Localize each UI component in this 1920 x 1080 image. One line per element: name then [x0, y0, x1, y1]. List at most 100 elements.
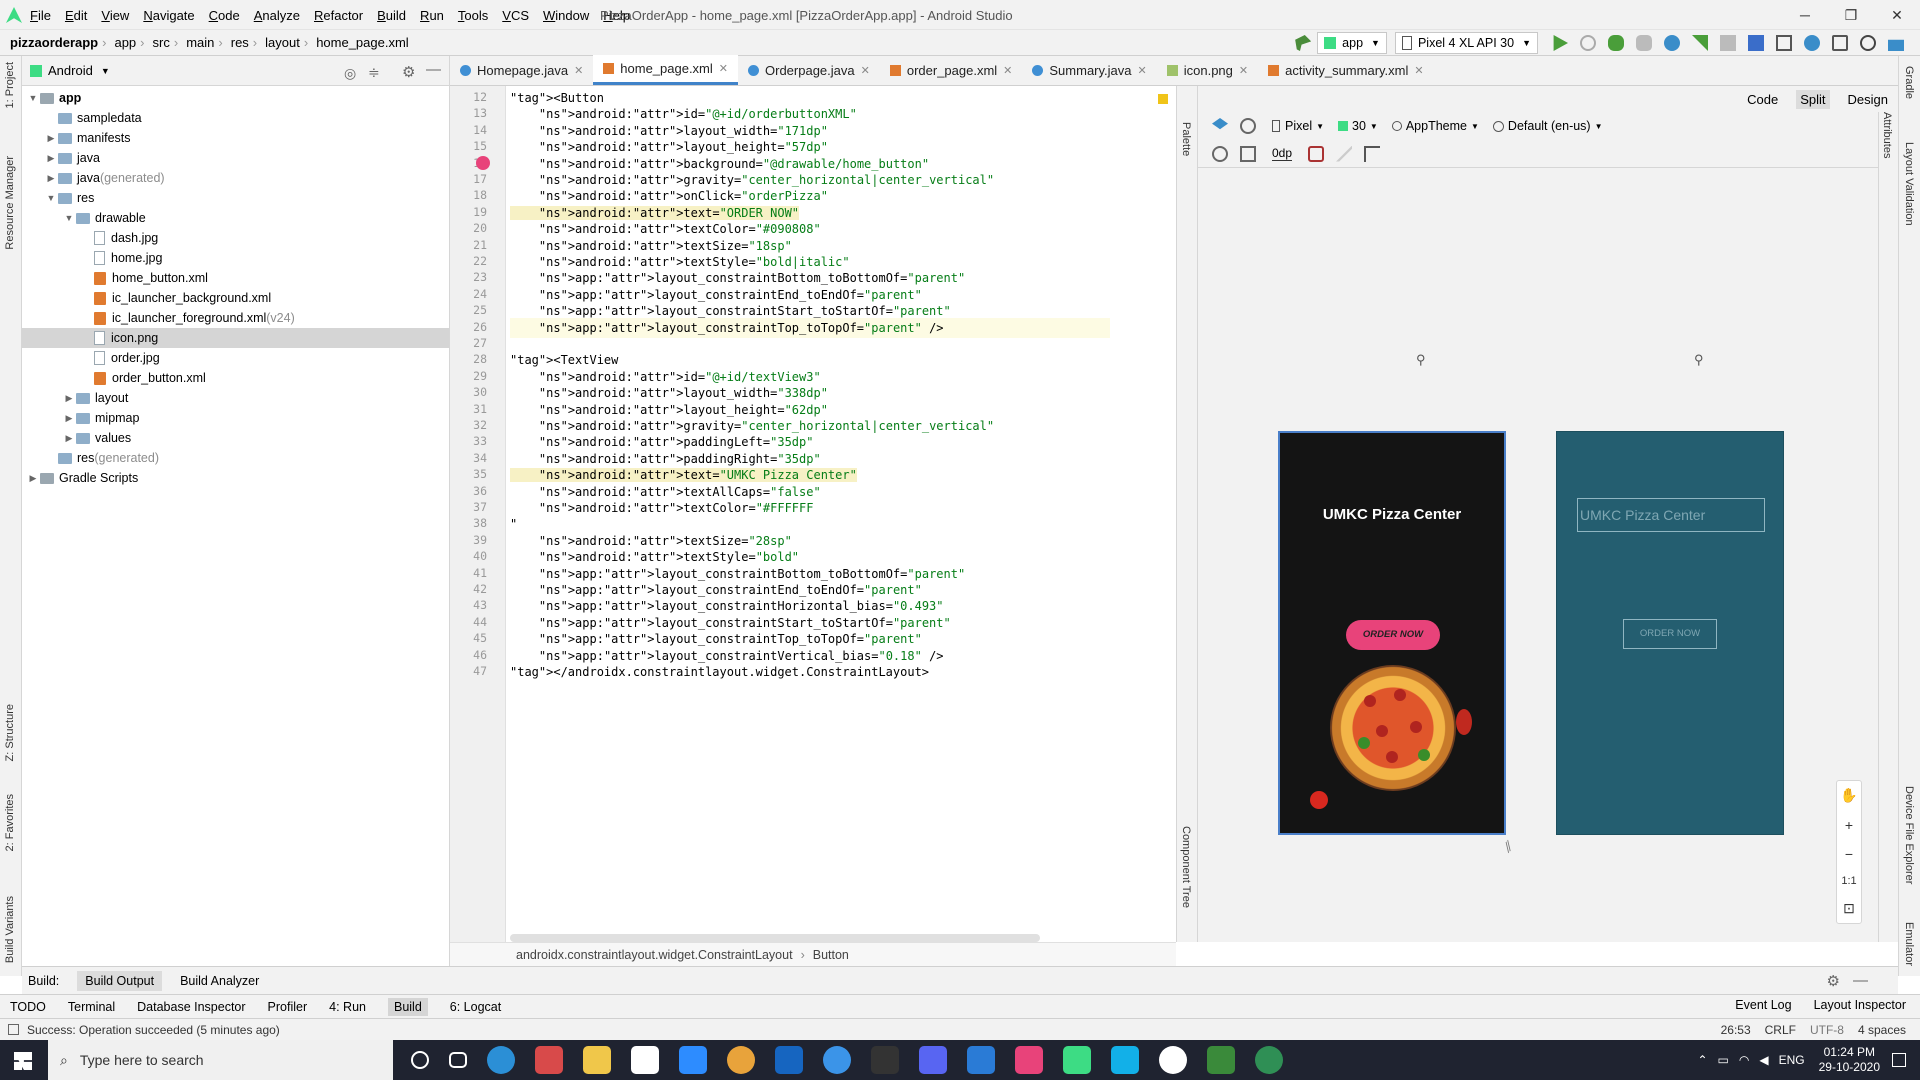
eye-icon[interactable] — [1212, 145, 1228, 162]
tree-item[interactable]: ▶ java — [22, 148, 449, 168]
run-icon[interactable] — [1553, 35, 1568, 51]
tree-item[interactable]: ▶ Gradle Scripts — [22, 468, 449, 488]
tree-item[interactable]: ▶ manifests — [22, 128, 449, 148]
outlook-icon[interactable] — [775, 1046, 803, 1074]
blueprint-preview[interactable]: UMKC Pizza Center ORDER NOW — [1556, 431, 1784, 835]
breadcrumb-item[interactable]: res — [231, 35, 249, 50]
taskbar-search[interactable]: ⌕ Type here to search — [48, 1040, 393, 1080]
tree-item[interactable]: ic_launcher_foreground.xml (v24) — [22, 308, 449, 328]
tool-window-6-logcat[interactable]: 6: Logcat — [450, 1000, 501, 1014]
chevron-right-icon[interactable]: ▶ — [62, 393, 76, 404]
attach-debugger-icon[interactable] — [1664, 35, 1680, 51]
palette-tab[interactable]: Palette — [1180, 122, 1192, 156]
language-indicator[interactable]: ENG — [1779, 1053, 1805, 1067]
line-separator[interactable]: CRLF — [1765, 1023, 1796, 1037]
menu-edit[interactable]: Edit — [65, 8, 87, 23]
pan-icon[interactable]: ✋ — [1840, 787, 1857, 804]
device-dropdown[interactable]: Pixel ▼ — [1272, 119, 1324, 133]
editor-crumb-button[interactable]: Button — [813, 948, 849, 962]
component-tree-tab[interactable]: Component Tree — [1180, 826, 1192, 908]
app-icon-2[interactable] — [1015, 1046, 1043, 1074]
layout-inspector-tab[interactable]: Layout Inspector — [1814, 998, 1906, 1012]
tool-window-profiler[interactable]: Profiler — [268, 1000, 308, 1014]
event-log-tab[interactable]: Event Log — [1735, 998, 1791, 1012]
tool-window-todo[interactable]: TODO — [10, 1000, 46, 1014]
breadcrumb-item[interactable]: app — [114, 35, 136, 50]
menu-view[interactable]: View — [101, 8, 129, 23]
blueprint-title-text[interactable]: UMKC Pizza Center — [1577, 498, 1765, 532]
breadcrumb-item[interactable]: home_page.xml — [316, 35, 409, 50]
store-icon[interactable] — [631, 1046, 659, 1074]
edge-icon[interactable] — [487, 1046, 515, 1074]
avd-manager-icon[interactable] — [1776, 35, 1792, 51]
chevron-down-icon[interactable]: ▼ — [44, 193, 58, 203]
status-message[interactable]: Success: Operation succeeded (5 minutes … — [27, 1023, 280, 1037]
android-app-icon[interactable] — [1063, 1046, 1091, 1074]
file-explorer-icon[interactable] — [583, 1046, 611, 1074]
notification-icon[interactable] — [1892, 1053, 1906, 1067]
chevron-down-icon[interactable]: ▼ — [26, 93, 40, 103]
tree-item[interactable]: order_button.xml — [22, 368, 449, 388]
split-mode-button[interactable]: Split — [1796, 89, 1830, 109]
orientation-icon[interactable] — [1240, 118, 1256, 134]
guidelines-icon[interactable] — [1364, 145, 1381, 162]
tree-item[interactable]: ▶ layout — [22, 388, 449, 408]
tree-item[interactable]: ▶ mipmap — [22, 408, 449, 428]
zoom-actual-size-button[interactable]: 1:1 — [1841, 875, 1856, 887]
tree-item[interactable]: ▶ java (generated) — [22, 168, 449, 188]
resize-handle-icon[interactable]: ⁄⁄ — [1501, 839, 1516, 854]
messenger-icon[interactable] — [823, 1046, 851, 1074]
code-mode-button[interactable]: Code — [1743, 90, 1782, 109]
maximize-button[interactable]: ❐ — [1828, 0, 1874, 30]
editor-tab[interactable]: Summary.java ✕ — [1022, 55, 1156, 85]
zoom-app-icon[interactable] — [679, 1046, 707, 1074]
chevron-right-icon[interactable]: ▶ — [62, 433, 76, 444]
horizontal-scrollbar[interactable] — [510, 934, 1040, 942]
tree-item[interactable]: dash.jpg — [22, 228, 449, 248]
api-dropdown[interactable]: 30 ▼ — [1338, 119, 1378, 133]
clear-constraints-icon[interactable] — [1308, 145, 1325, 162]
chevron-right-icon[interactable]: ▶ — [44, 153, 58, 164]
autoconnect-icon[interactable] — [1240, 145, 1256, 162]
menu-tools[interactable]: Tools — [458, 8, 488, 23]
editor-tab[interactable]: icon.png ✕ — [1157, 55, 1258, 85]
structure-tab[interactable]: Z: Structure — [4, 704, 16, 761]
menu-run[interactable]: Run — [420, 8, 444, 23]
tool-window-build[interactable]: Build — [387, 997, 428, 1016]
close-tab-icon[interactable]: ✕ — [574, 64, 583, 77]
editor-tab[interactable]: Homepage.java ✕ — [450, 55, 593, 85]
default-margin-field[interactable]: 0dp — [1272, 146, 1293, 161]
volume-icon[interactable]: ◀ — [1759, 1053, 1768, 1067]
tree-item[interactable]: home_button.xml — [22, 268, 449, 288]
menu-vcs[interactable]: VCS — [502, 8, 529, 23]
chevron-right-icon[interactable]: ▶ — [44, 133, 58, 144]
pin-icon-blueprint[interactable]: ⚲ — [1694, 352, 1704, 368]
design-mode-button[interactable]: Design — [1844, 90, 1892, 109]
close-tab-icon[interactable]: ✕ — [1138, 64, 1147, 77]
zoom-to-fit-icon[interactable]: ⊡ — [1843, 900, 1855, 917]
indent-setting[interactable]: 4 spaces — [1858, 1023, 1906, 1037]
file-encoding[interactable]: UTF-8 — [1810, 1023, 1844, 1037]
sync-project-icon[interactable] — [1748, 35, 1764, 51]
hide-panel-icon[interactable]: — — [426, 61, 441, 78]
caret-position[interactable]: 26:53 — [1721, 1023, 1751, 1037]
menu-window[interactable]: Window — [543, 8, 589, 23]
gear-icon[interactable]: ⚙ — [402, 63, 415, 81]
tree-item[interactable]: sampledata — [22, 108, 449, 128]
zoom-in-icon[interactable]: + — [1845, 817, 1853, 833]
preview-order-button[interactable]: ORDER NOW — [1346, 620, 1440, 650]
breakpoint-icon[interactable] — [476, 155, 490, 170]
apply-changes-icon[interactable] — [1692, 35, 1708, 51]
preview-title-text[interactable]: UMKC Pizza Center — [1280, 506, 1504, 523]
layers-icon[interactable] — [1212, 118, 1228, 130]
close-tab-icon[interactable]: ✕ — [719, 62, 728, 75]
chevron-right-icon[interactable]: ▶ — [62, 413, 76, 424]
code-editor[interactable]: 1213141516171819202122232425262728293031… — [450, 86, 1176, 942]
tree-item[interactable]: ▶ values — [22, 428, 449, 448]
build-analyzer-tab[interactable]: Build Analyzer — [180, 974, 259, 988]
design-preview[interactable]: UMKC Pizza Center ORDER NOW — [1278, 431, 1506, 835]
editor-tab[interactable]: Orderpage.java ✕ — [738, 55, 880, 85]
menu-build[interactable]: Build — [377, 8, 406, 23]
gear-icon[interactable]: ⚙ — [1827, 972, 1840, 990]
locale-dropdown[interactable]: Default (en-us) ▼ — [1492, 119, 1603, 133]
